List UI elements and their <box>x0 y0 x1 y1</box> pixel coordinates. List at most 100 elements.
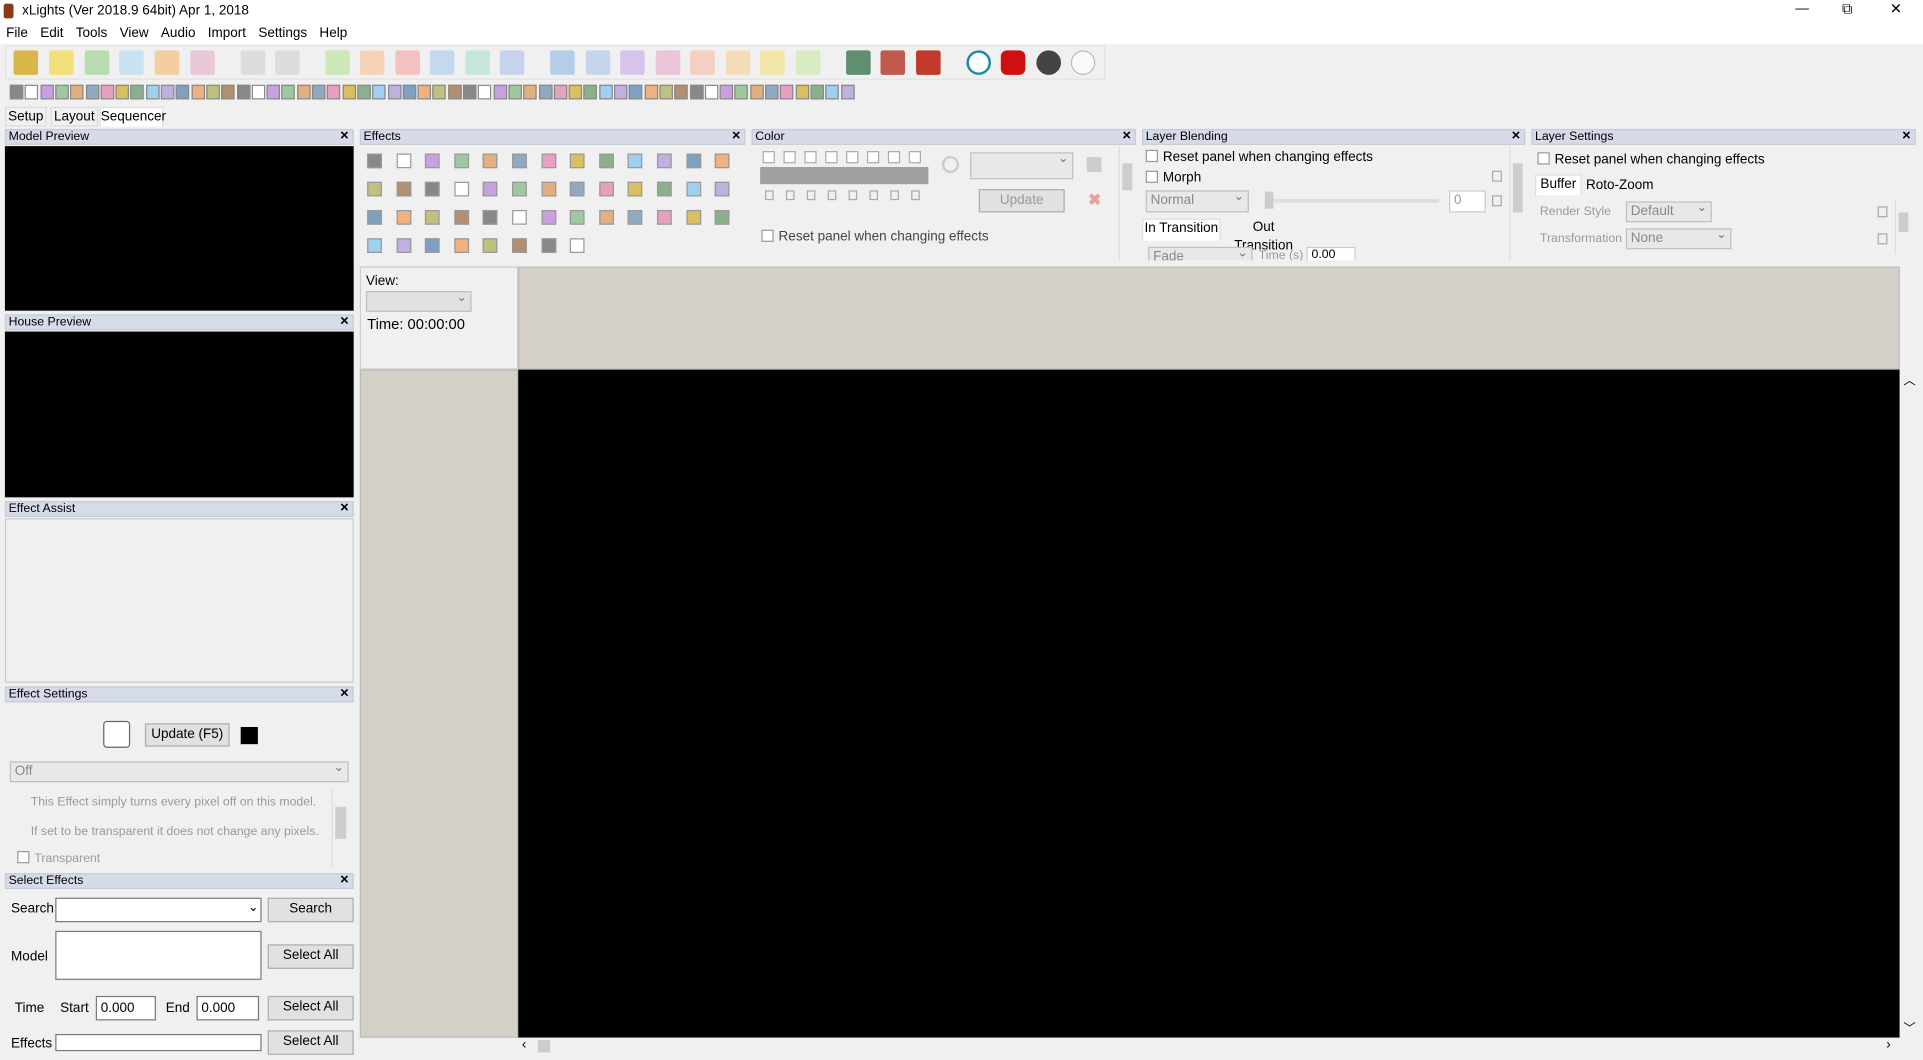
effect-tool-icon[interactable] <box>236 84 250 100</box>
timer-icon[interactable] <box>240 50 266 75</box>
save-palette-icon[interactable] <box>1086 157 1102 172</box>
effect-palette-icon[interactable] <box>396 153 411 169</box>
timeline-ruler[interactable] <box>518 266 1900 370</box>
effect-palette-icon[interactable] <box>656 181 672 197</box>
effect-palette-icon[interactable] <box>425 238 440 253</box>
lock-icon[interactable] <box>806 190 816 201</box>
effect-tool-icon[interactable] <box>402 84 417 100</box>
effect-palette-icon[interactable] <box>483 181 498 197</box>
model-rows-panel[interactable] <box>359 369 519 1038</box>
help-icon[interactable] <box>966 50 991 75</box>
blending-scrollbar[interactable] <box>1509 146 1526 261</box>
effect-tool-icon[interactable] <box>780 84 794 100</box>
effect-palette-icon[interactable] <box>396 238 411 253</box>
effect-palette-icon[interactable] <box>367 209 382 225</box>
effect-tool-icon[interactable] <box>478 84 492 100</box>
effect-palette-icon[interactable] <box>367 238 382 253</box>
effect-tool-icon[interactable] <box>251 84 265 100</box>
effect-palette-icon[interactable] <box>483 153 498 169</box>
checkbox-icon[interactable] <box>1537 152 1550 165</box>
start-time-input[interactable]: 0.000 <box>95 995 156 1021</box>
close-icon[interactable]: × <box>340 500 349 515</box>
effect-color-swatch[interactable] <box>240 726 258 745</box>
effect-tool-icon[interactable] <box>840 84 855 100</box>
effect-palette-icon[interactable] <box>512 238 527 253</box>
fast-forward-icon[interactable] <box>465 50 490 75</box>
effect-palette-icon[interactable] <box>599 181 614 197</box>
lock-icon[interactable] <box>869 190 879 201</box>
calendar-icon[interactable] <box>275 50 300 75</box>
effect-tool-icon[interactable] <box>629 84 643 100</box>
close-icon[interactable]: × <box>1902 128 1911 143</box>
minimize-button[interactable]: — <box>1795 1 1809 16</box>
effect-tool-icon[interactable] <box>583 84 598 100</box>
effect-tool-icon[interactable] <box>175 84 190 100</box>
effect-palette-icon[interactable] <box>627 209 643 225</box>
save-as-icon[interactable] <box>119 50 144 75</box>
select-all-models-button[interactable]: Select All <box>267 944 354 969</box>
effect-palette-icon[interactable] <box>656 153 672 169</box>
render-icon[interactable] <box>154 50 180 75</box>
effect-palette-icon[interactable] <box>714 153 730 169</box>
tab-out-transition[interactable]: Out Transition <box>1221 218 1306 253</box>
effect-tool-icon[interactable] <box>311 84 326 100</box>
effect-palette-icon[interactable] <box>541 181 556 197</box>
color-enable-checkbox[interactable] <box>887 151 901 164</box>
effect-tool-icon[interactable] <box>130 84 145 100</box>
blend-slider-track[interactable] <box>1264 198 1440 203</box>
lock-icon[interactable] <box>827 190 837 201</box>
tab-sequencer[interactable]: Sequencer <box>99 106 166 127</box>
scroll-thumb[interactable] <box>1898 212 1909 233</box>
effect-tool-icon[interactable] <box>24 84 39 100</box>
repeat-icon[interactable] <box>499 50 525 75</box>
effect-palette-icon[interactable] <box>454 181 469 197</box>
effect-tool-icon[interactable] <box>100 84 114 100</box>
close-icon[interactable]: × <box>340 313 349 328</box>
effect-tool-icon[interactable] <box>795 84 809 100</box>
search-button[interactable]: Search <box>267 897 354 923</box>
lock-icon[interactable] <box>911 190 920 201</box>
model-list[interactable] <box>55 930 262 980</box>
play-icon[interactable] <box>325 50 350 75</box>
effect-tool-icon[interactable] <box>85 84 99 100</box>
scroll-thumb[interactable] <box>537 1040 551 1053</box>
color-enable-checkbox[interactable] <box>783 151 796 164</box>
menu-file[interactable]: File <box>0 25 34 43</box>
effect-palette-icon[interactable] <box>599 209 614 225</box>
effect-palette-icon[interactable] <box>541 209 556 225</box>
tab-in-transition[interactable]: In Transition <box>1142 218 1221 241</box>
grid-vertical-scrollbar[interactable]: ︿ ﹀ <box>1899 369 1919 1038</box>
close-icon[interactable]: × <box>340 872 349 887</box>
effect-palette-icon[interactable] <box>570 238 585 253</box>
blending-reset-checkbox[interactable]: Reset panel when changing effects <box>1145 149 1373 165</box>
lock-icon[interactable] <box>785 190 795 201</box>
effect-palette-icon[interactable] <box>570 181 585 197</box>
effect-palette-icon[interactable] <box>425 153 440 169</box>
effect-tool-icon[interactable] <box>342 84 356 100</box>
effect-tool-icon[interactable] <box>55 84 69 100</box>
layer-settings-scrollbar[interactable] <box>1894 200 1911 255</box>
effect-tool-icon[interactable] <box>538 84 552 100</box>
search-input[interactable] <box>55 897 262 923</box>
menu-edit[interactable]: Edit <box>34 25 70 43</box>
effect-palette-icon[interactable] <box>685 209 701 225</box>
tab-setup[interactable]: Setup <box>4 106 47 127</box>
model-preview-canvas[interactable] <box>4 146 354 311</box>
stop-icon[interactable] <box>395 50 420 75</box>
scroll-thumb[interactable] <box>1512 163 1523 213</box>
chevron-up-icon[interactable]: ︿ <box>1903 370 1915 389</box>
checkbox-icon[interactable] <box>1145 149 1159 163</box>
effect-tool-icon[interactable] <box>659 84 673 100</box>
color-enable-checkbox[interactable] <box>846 151 859 164</box>
effect-palette-icon[interactable] <box>714 181 730 197</box>
lock-icon[interactable] <box>765 190 774 201</box>
effect-palette-icon[interactable] <box>656 209 672 225</box>
effect-tool-icon[interactable] <box>281 84 296 100</box>
effect-tool-icon[interactable] <box>9 84 24 100</box>
effect-tool-icon[interactable] <box>417 84 432 100</box>
effect-tool-icon[interactable] <box>568 84 583 100</box>
effect-tool-icon[interactable] <box>40 84 54 100</box>
effect-tool-icon[interactable] <box>296 84 311 100</box>
layers-icon[interactable] <box>655 50 681 75</box>
effect-tool-icon[interactable] <box>266 84 281 100</box>
